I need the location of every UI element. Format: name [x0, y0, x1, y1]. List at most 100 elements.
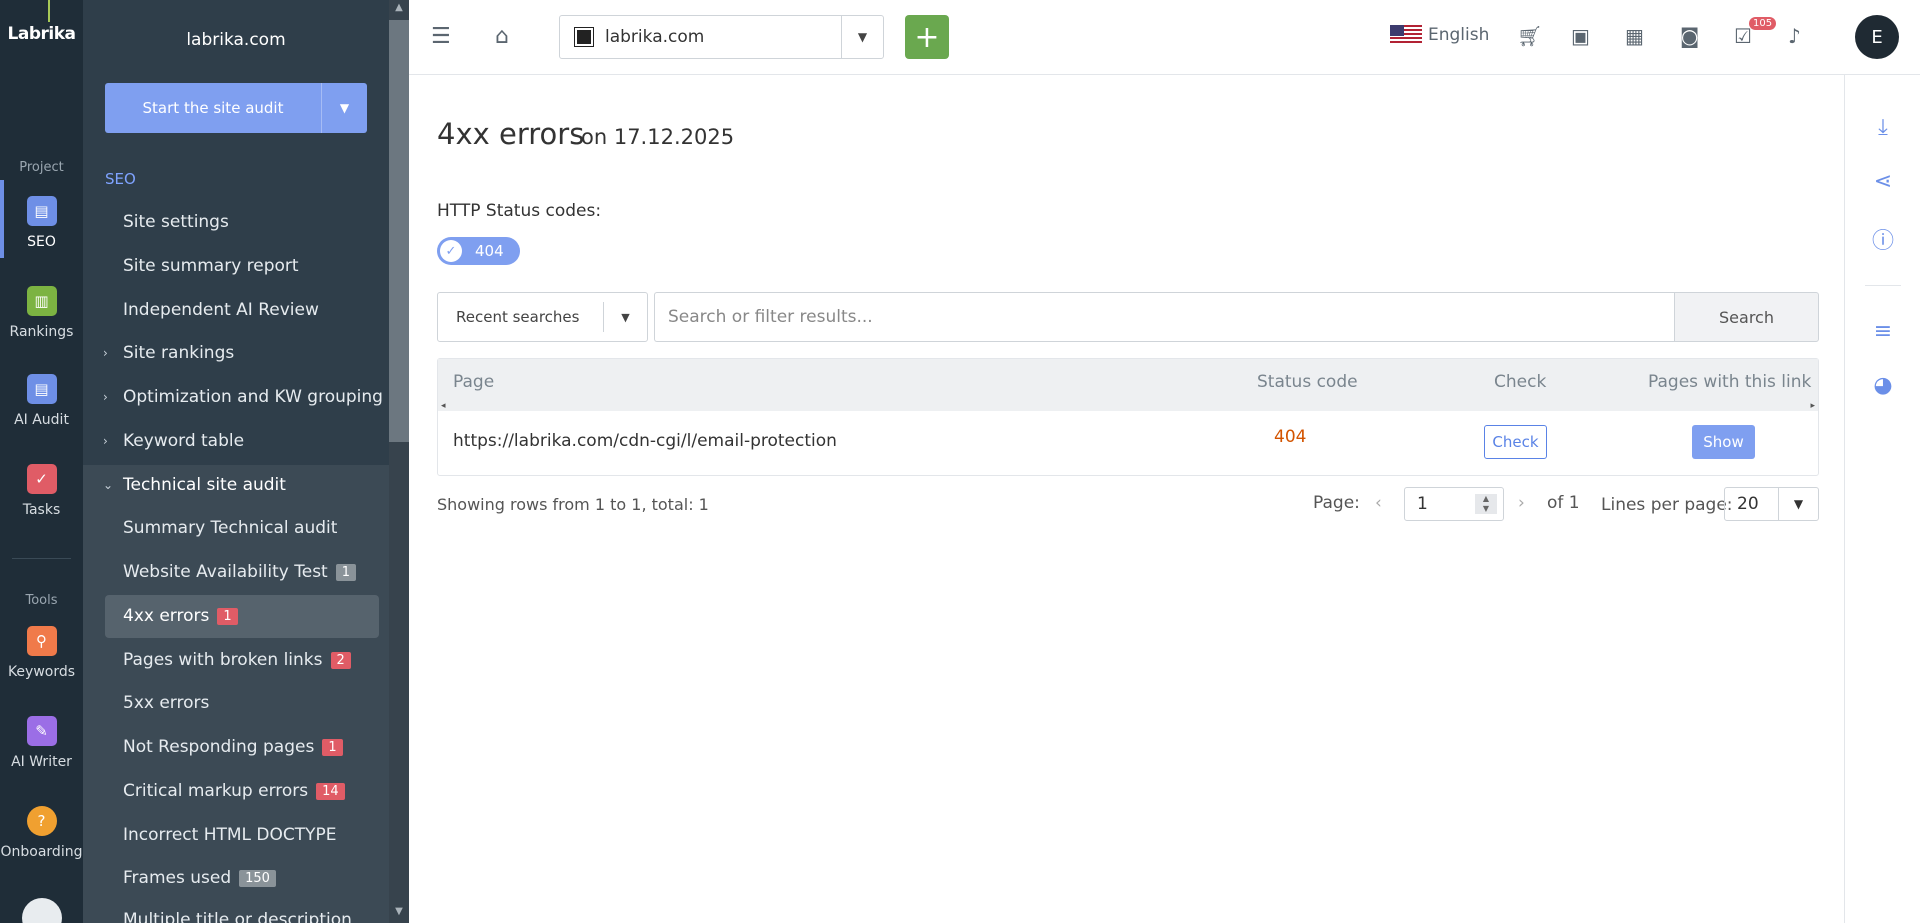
home-icon[interactable]: ⌂ [495, 24, 509, 49]
right-tools-rail: ⤓ ⋖ ⓘ ≡ ◕ [1844, 75, 1920, 923]
menu-item-label: Website Availability Test [123, 562, 328, 582]
rows-info: Showing rows from 1 to 1, total: 1 [437, 495, 709, 514]
cart-icon[interactable]: 🛒︎ [1517, 24, 1542, 48]
tasks-check-icon[interactable]: ☑ [1734, 24, 1752, 48]
menu-item-broken-links[interactable]: Pages with broken links 2 [123, 650, 351, 670]
us-flag-icon [1390, 25, 1422, 45]
count-badge: 2 [330, 651, 351, 669]
language-selector[interactable]: English [1390, 25, 1489, 45]
menu-item-summary-technical-audit[interactable]: Summary Technical audit [123, 518, 337, 538]
count-badge: 150 [239, 869, 276, 887]
menu-section-seo: SEO [105, 170, 136, 188]
menu-item-multiple-title[interactable]: Multiple title or description [123, 910, 352, 923]
table-horizontal-scroll[interactable]: ◂ ▸ [438, 401, 1818, 411]
support-avatar[interactable] [22, 898, 62, 923]
menu-item-keyword-table[interactable]: › Keyword table [103, 431, 245, 451]
chevron-down-icon[interactable]: ▼ [321, 83, 367, 133]
search-input[interactable] [654, 292, 1675, 342]
rail-item-tasks[interactable]: ✓ Tasks [0, 464, 83, 518]
share-icon[interactable]: ⋖ [1845, 169, 1920, 194]
cell-page-url[interactable]: https://labrika.com/cdn-cgi/l/email-prot… [453, 431, 837, 451]
wand-icon: ✎ [26, 716, 57, 746]
chevron-down-icon[interactable]: ▼ [1778, 488, 1818, 520]
menu-item-4xx-errors[interactable]: 4xx errors 1 [123, 606, 238, 626]
menu-item-label: Keyword table [123, 431, 245, 451]
count-badge: 1 [217, 607, 238, 625]
rail-item-ai-audit[interactable]: ▤ AI Audit [0, 374, 83, 428]
calendar-icon[interactable]: ▦ [1625, 24, 1644, 48]
add-project-button[interactable]: + [905, 15, 949, 59]
rail-divider [12, 558, 71, 559]
menu-item-critical-markup[interactable]: Critical markup errors 14 [123, 781, 345, 801]
scroll-down-icon[interactable]: ▼ [389, 906, 409, 917]
menu-item-label: 4xx errors [123, 606, 210, 626]
menu-item-incorrect-doctype[interactable]: Incorrect HTML DOCTYPE [123, 825, 337, 845]
column-header-page[interactable]: Page [453, 372, 494, 392]
logo-accent [48, 0, 50, 22]
rail-item-ai-writer[interactable]: ✎ AI Writer [0, 716, 83, 770]
page-total: of 1 [1547, 493, 1580, 513]
menu-item-label: Optimization and KW grouping [123, 387, 383, 407]
clipboard-icon: ▤ [26, 196, 57, 226]
app-logo[interactable]: Labrika [0, 24, 83, 44]
rail-item-label: Rankings [9, 324, 74, 340]
palette-icon[interactable]: ◕ [1845, 373, 1920, 398]
start-audit-button[interactable]: Start the site audit ▼ [105, 83, 367, 133]
check-button[interactable]: Check [1484, 425, 1547, 459]
bell-icon[interactable]: ♪ [1788, 24, 1801, 48]
menu-item-site-settings[interactable]: Site settings [123, 212, 229, 232]
help-icon: ? [26, 806, 57, 836]
menu-item-technical-site-audit[interactable]: ⌄ Technical site audit [103, 475, 286, 495]
page-stepper-icon[interactable]: ▲ ▼ [1475, 494, 1497, 514]
check-icon: ✓ [26, 464, 57, 494]
menu-scrollbar[interactable]: ▲ ▼ [389, 0, 409, 923]
menu-item-optimization[interactable]: › Optimization and KW grouping [103, 387, 383, 407]
menu-item-frames-used[interactable]: Frames used 150 [123, 868, 276, 888]
rail-item-rankings[interactable]: ▥ Rankings [0, 286, 83, 340]
key-icon: ⚲ [26, 626, 57, 656]
rail-item-label: Onboarding [0, 844, 83, 860]
chevron-right-icon: › [103, 346, 108, 360]
recent-searches-select[interactable]: Recent searches ▼ [437, 292, 648, 342]
menu-item-site-summary-report[interactable]: Site summary report [123, 256, 299, 276]
menu-item-label: Pages with broken links [123, 650, 323, 670]
scroll-right-icon[interactable]: ▸ [1810, 401, 1815, 411]
chevron-down-icon[interactable]: ▼ [603, 302, 647, 332]
list-icon[interactable]: ≡ [1845, 319, 1920, 344]
rail-section-project: Project [19, 160, 64, 175]
wallet-icon[interactable]: ▣ [1571, 24, 1590, 48]
menu-item-5xx-errors[interactable]: 5xx errors [123, 693, 209, 713]
show-button[interactable]: Show [1692, 425, 1755, 459]
page-number-input[interactable]: 1 ▲ ▼ [1404, 487, 1504, 521]
user-avatar[interactable]: E [1855, 15, 1899, 59]
help-icon[interactable]: ⓘ [1845, 223, 1920, 255]
chat-icon[interactable]: ◙ [1680, 24, 1699, 48]
menu-item-independent-ai-review[interactable]: Independent AI Review [123, 300, 319, 320]
hamburger-menu-icon[interactable]: ☰ [431, 24, 451, 49]
rail-item-seo[interactable]: ▤ SEO [0, 196, 83, 250]
scrollbar-thumb[interactable] [389, 20, 409, 442]
notifications-count-badge: 105 [1749, 17, 1777, 30]
column-header-check: Check [1494, 372, 1547, 392]
chevron-down-icon[interactable]: ▼ [841, 16, 883, 58]
menu-item-label: Site settings [123, 212, 229, 232]
scroll-left-icon[interactable]: ◂ [441, 401, 446, 411]
status-code-chip[interactable]: ✓ 404 [437, 237, 520, 265]
lines-per-page-select[interactable]: 20 ▼ [1724, 487, 1819, 521]
rail-item-keywords[interactable]: ⚲ Keywords [0, 626, 83, 680]
page-number-value: 1 [1417, 494, 1428, 514]
search-button[interactable]: Search [1674, 292, 1819, 342]
menu-item-not-responding[interactable]: Not Responding pages 1 [123, 737, 343, 757]
prev-page-icon[interactable]: ‹ [1375, 493, 1382, 513]
side-menu: labrika.com Start the site audit ▼ SEO S… [83, 0, 389, 923]
menu-item-site-rankings[interactable]: › Site rankings [103, 343, 234, 363]
menu-item-website-availability[interactable]: Website Availability Test 1 [123, 562, 356, 582]
rail-item-onboarding[interactable]: ? Onboarding [0, 806, 83, 860]
next-page-icon[interactable]: › [1518, 493, 1525, 513]
download-icon[interactable]: ⤓ [1845, 115, 1920, 140]
recent-searches-label: Recent searches [456, 308, 580, 326]
column-header-status[interactable]: Status code [1257, 372, 1358, 392]
scroll-up-icon[interactable]: ▲ [389, 2, 409, 13]
project-select[interactable]: labrika.com ▼ [559, 15, 884, 59]
site-favicon-icon [574, 27, 594, 47]
